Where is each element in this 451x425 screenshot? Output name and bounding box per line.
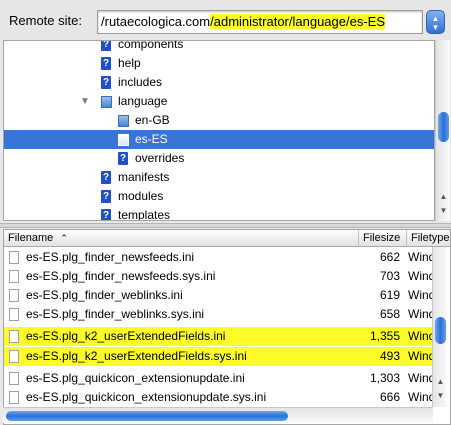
remote-path-text: /rutaecologica.com xyxy=(101,14,211,29)
column-filename[interactable]: Filename ⌃ xyxy=(4,230,359,247)
file-icon xyxy=(9,350,19,363)
question-folder-icon: ? xyxy=(101,57,111,70)
remote-file-list: Filename ⌃ Filesize Filetype es-ES.plg_f… xyxy=(3,229,451,425)
remote-site-label: Remote site: xyxy=(9,13,82,28)
scroll-up-arrow-icon[interactable]: ▲ xyxy=(433,377,448,386)
scrollbar-thumb[interactable] xyxy=(435,317,446,344)
sort-ascending-icon: ⌃ xyxy=(60,233,68,243)
file-row[interactable]: es-ES.plg_quickicon_extensionupdate.sys.… xyxy=(4,388,435,407)
question-folder-icon: ? xyxy=(118,152,128,165)
chevron-up-icon: ▲ xyxy=(431,14,440,23)
question-folder-icon: ? xyxy=(101,171,111,184)
file-list-vertical-scrollbar[interactable]: ▲ ▼ xyxy=(432,247,447,407)
folder-icon xyxy=(118,115,129,127)
pane-splitter[interactable] xyxy=(0,223,451,228)
disclosure-triangle-icon[interactable]: ▼ xyxy=(80,92,90,111)
scroll-down-arrow-icon[interactable]: ▼ xyxy=(436,206,451,215)
remote-path-highlight: /administrator/language/es-ES xyxy=(210,14,385,29)
file-row[interactable]: es-ES.plg_finder_weblinks.sys.ini 658 Wi… xyxy=(4,305,435,324)
remote-site-bar: Remote site: /rutaecologica.com/administ… xyxy=(0,0,451,40)
question-folder-icon: ? xyxy=(101,209,111,221)
file-icon xyxy=(9,251,19,264)
file-row[interactable]: es-ES.plg_finder_weblinks.ini 619 Wind xyxy=(4,286,435,305)
column-filesize[interactable]: Filesize xyxy=(359,230,407,247)
question-folder-icon: ? xyxy=(101,76,111,89)
scrollbar-thumb[interactable] xyxy=(6,411,288,421)
folder-icon xyxy=(118,134,129,146)
tree-item-en-gb[interactable]: en-GB xyxy=(4,111,434,130)
file-row-highlighted[interactable]: es-ES.plg_k2_userExtendedFields.sys.ini … xyxy=(4,347,435,366)
tree-item-manifests[interactable]: ? manifests xyxy=(4,168,434,187)
path-history-dropdown[interactable]: ▲ ▼ xyxy=(426,10,445,34)
scrollbar-thumb[interactable] xyxy=(438,112,449,142)
question-folder-icon: ? xyxy=(101,190,111,203)
file-icon xyxy=(9,372,19,385)
file-row[interactable]: es-ES.plg_finder_newsfeeds.sys.ini 703 W… xyxy=(4,267,435,286)
file-row[interactable]: es-ES.plg_quickicon_extensionupdate.ini … xyxy=(4,369,435,388)
tree-item-templates[interactable]: ? templates xyxy=(4,206,434,221)
tree-item-modules[interactable]: ? modules xyxy=(4,187,434,206)
column-filetype[interactable]: Filetype xyxy=(407,230,450,247)
file-icon xyxy=(9,270,19,283)
tree-item-overrides[interactable]: ? overrides xyxy=(4,149,434,168)
tree-item-components[interactable]: ? components xyxy=(4,40,434,54)
file-icon xyxy=(9,308,19,321)
scroll-down-arrow-icon[interactable]: ▼ xyxy=(433,391,448,400)
tree-item-language[interactable]: ▼ language xyxy=(4,92,434,111)
file-row[interactable]: es-ES.plg_finder_newsfeeds.ini 662 Wind xyxy=(4,248,435,267)
tree-item-es-es[interactable]: es-ES xyxy=(4,130,434,149)
file-list-header: Filename ⌃ Filesize Filetype xyxy=(4,230,450,247)
file-icon xyxy=(9,391,19,404)
file-icon xyxy=(9,289,19,302)
file-icon xyxy=(9,330,19,343)
scroll-up-arrow-icon[interactable]: ▲ xyxy=(436,192,451,201)
file-row-highlighted[interactable]: es-ES.plg_k2_userExtendedFields.ini 1,35… xyxy=(4,327,435,346)
file-list-horizontal-scrollbar[interactable] xyxy=(3,407,433,423)
folder-icon xyxy=(101,96,112,108)
remote-path-input[interactable]: /rutaecologica.com/administrator/languag… xyxy=(97,10,423,34)
chevron-down-icon: ▼ xyxy=(431,23,440,32)
tree-vertical-scrollbar[interactable]: ▲ ▼ xyxy=(435,40,450,221)
tree-item-help[interactable]: ? help xyxy=(4,54,434,73)
question-folder-icon: ? xyxy=(101,40,111,51)
tree-item-includes[interactable]: ? includes xyxy=(4,73,434,92)
remote-directory-tree: ? components ? help ? includes ▼ languag… xyxy=(3,40,435,221)
